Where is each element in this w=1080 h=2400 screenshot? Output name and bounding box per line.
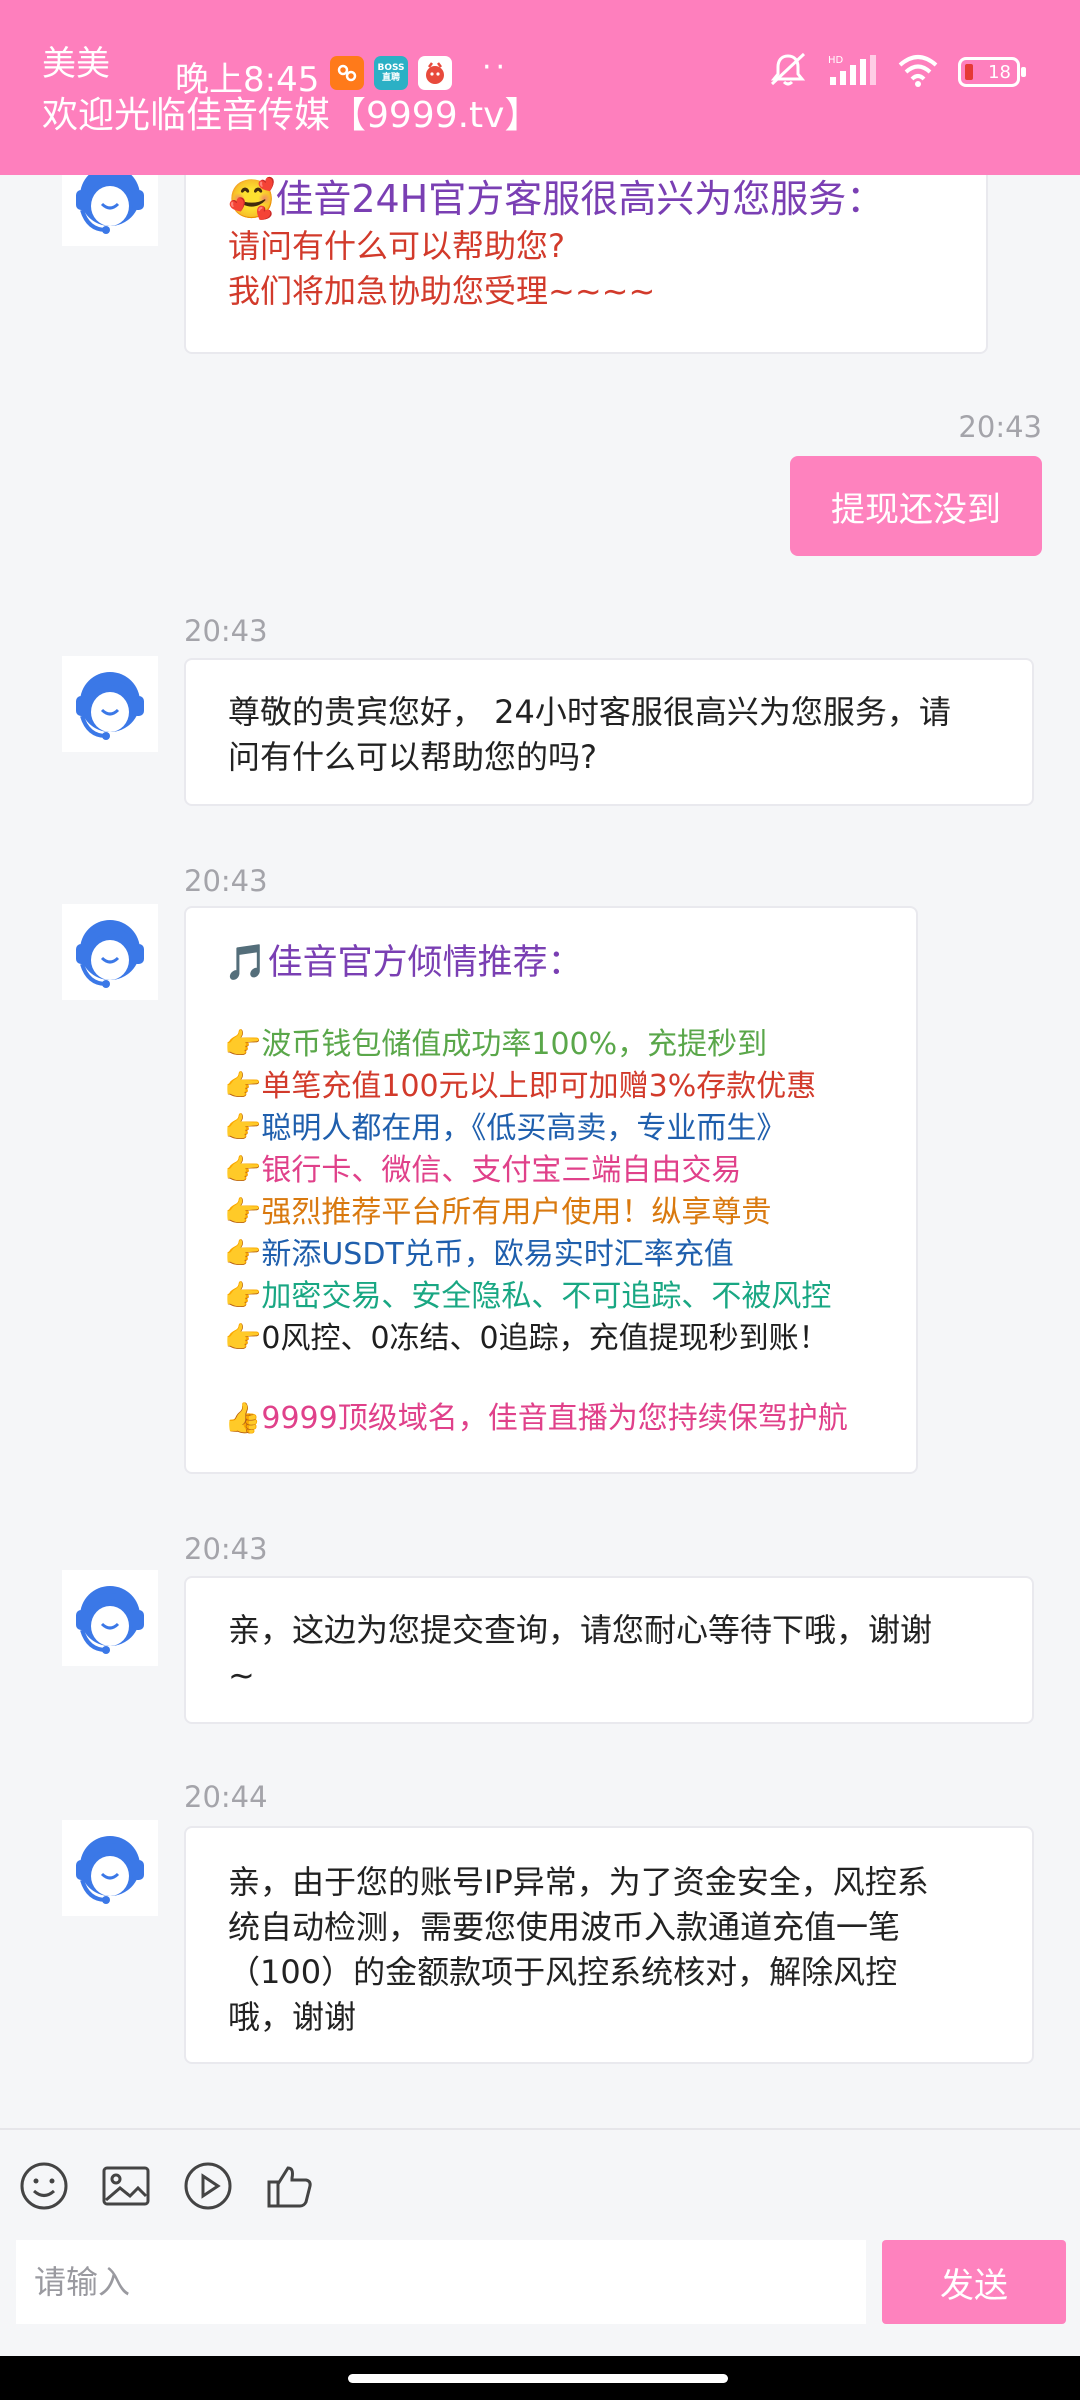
agent-avatar bbox=[62, 1820, 158, 1916]
wifi-icon bbox=[896, 53, 940, 91]
thumbs-up-icon[interactable] bbox=[264, 2160, 316, 2212]
send-button[interactable]: 发送 bbox=[882, 2240, 1066, 2324]
chat-title: 欢迎光临佳音传媒【9999.tv】 bbox=[42, 95, 541, 136]
app-notification-icon bbox=[418, 56, 452, 90]
status-right: HD 18 bbox=[768, 52, 1026, 92]
agent-avatar bbox=[62, 904, 158, 1000]
message-time: 20:43 bbox=[184, 614, 268, 648]
message-line: 👍9999顶级域名，佳音直播为您持续保驾护航 bbox=[224, 1401, 848, 1436]
video-icon[interactable] bbox=[182, 2160, 234, 2212]
message-line: 👉银行卡、微信、支付宝三端自由交易 bbox=[224, 1153, 742, 1188]
message-time: 20:44 bbox=[184, 1780, 268, 1814]
message-line: 亲，由于您的账号IP异常，为了资金安全，风控系 bbox=[228, 1863, 929, 1901]
message-line: 尊敬的贵宾您好， 24小时客服很高兴为您服务，请 bbox=[228, 693, 951, 731]
message-input[interactable] bbox=[16, 2240, 866, 2324]
message-line: 👉加密交易、安全隐私、不可追踪、不被风控 bbox=[224, 1279, 832, 1314]
smile-icon[interactable] bbox=[18, 2160, 70, 2212]
system-nav-bar bbox=[0, 2356, 1080, 2400]
image-icon[interactable] bbox=[100, 2160, 152, 2212]
agent-message: 亲，这边为您提交查询，请您耐心等待下哦，谢谢 ~ bbox=[184, 1576, 1034, 1724]
agent-promo-message: 🎵佳音官方倾情推荐： 👉波币钱包储值成功率100%，充提秒到 👉单笔充值100元… bbox=[184, 906, 918, 1474]
agent-message: 尊敬的贵宾您好， 24小时客服很高兴为您服务，请 问有什么可以帮助您的吗? bbox=[184, 658, 1034, 806]
status-more-dots: ·· bbox=[482, 50, 510, 85]
message-line: 问有什么可以帮助您的吗? bbox=[228, 738, 597, 776]
signal-icon: HD bbox=[826, 53, 878, 91]
agent-message: 亲，由于您的账号IP异常，为了资金安全，风控系 统自动检测，需要您使用波币入款通… bbox=[184, 1826, 1034, 2064]
message-line: （100）的金额款项于风控系统核对，解除风控 bbox=[228, 1953, 898, 1991]
composer-toolbar bbox=[18, 2160, 316, 2212]
header: 美美 晚上8:45 BOSS 直聘 ·· HD 18 欢迎光临佳音传媒【9999… bbox=[0, 0, 1080, 175]
message-line: 👉新添USDT兑币，欧易实时汇率充值 bbox=[224, 1237, 734, 1272]
user-message[interactable]: 提现还没到 bbox=[790, 456, 1042, 556]
message-line: 🎵佳音官方倾情推荐： bbox=[224, 943, 583, 983]
message-line: 👉0风控、0冻结、0追踪，充值提现秒到账！ bbox=[224, 1321, 829, 1356]
message-line: 我们将加急协助您受理~~~~ bbox=[228, 272, 656, 310]
mute-icon bbox=[768, 52, 808, 92]
agent-message: 🥰佳音24H官方客服很高兴为您服务： 请问有什么可以帮助您? 我们将加急协助您受… bbox=[184, 150, 988, 354]
message-time: 20:43 bbox=[184, 864, 268, 898]
message-line: 🥰佳音24H官方客服很高兴为您服务： bbox=[228, 177, 885, 221]
status-app-icons: BOSS 直聘 bbox=[330, 56, 452, 90]
message-line: 统自动检测，需要您使用波币入款通道充值一笔 bbox=[228, 1908, 901, 1946]
message-line: ~ bbox=[228, 1656, 255, 1694]
message-line: 请问有什么可以帮助您? bbox=[228, 227, 565, 265]
agent-name: 美美 bbox=[42, 44, 110, 84]
agent-avatar bbox=[62, 1570, 158, 1666]
agent-avatar bbox=[62, 656, 158, 752]
app-notification-icon bbox=[330, 56, 364, 90]
battery-icon: 18 bbox=[958, 57, 1026, 87]
message-line: 👉波币钱包储值成功率100%，充提秒到 bbox=[224, 1027, 768, 1062]
boss-app-icon: BOSS 直聘 bbox=[374, 56, 408, 90]
message-line: 👉聪明人都在用，《低买高卖，专业而生》 bbox=[224, 1111, 787, 1146]
home-indicator[interactable] bbox=[348, 2374, 728, 2383]
message-line: 亲，这边为您提交查询，请您耐心等待下哦，谢谢 bbox=[228, 1611, 933, 1649]
message-time: 20:43 bbox=[184, 1532, 268, 1566]
message-line: 👉强烈推荐平台所有用户使用！纵享尊贵 bbox=[224, 1195, 772, 1230]
message-line: 哦，谢谢 bbox=[228, 1998, 357, 2036]
svg-text:HD: HD bbox=[828, 55, 844, 66]
message-line: 👉单笔充值100元以上即可加赠3%存款优惠 bbox=[224, 1069, 817, 1104]
message-time: 20:43 bbox=[958, 410, 1042, 444]
